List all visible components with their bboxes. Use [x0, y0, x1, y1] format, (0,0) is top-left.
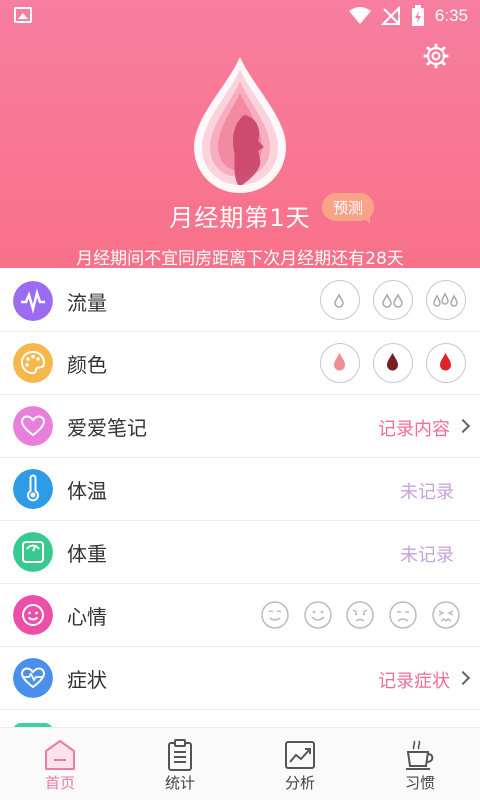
list-item-mood[interactable]: 心情 [0, 584, 480, 647]
cup-icon [406, 740, 434, 770]
chevron-right-icon [455, 670, 471, 686]
row-label: 颜色 [67, 353, 107, 377]
mood-crying-icon[interactable] [431, 600, 461, 630]
mood-angry-icon[interactable] [345, 600, 375, 630]
flow-heavy-option[interactable] [426, 280, 466, 320]
status-icons: 6:35 [348, 4, 468, 28]
mood-sad-icon[interactable] [388, 600, 418, 630]
tab-statistics[interactable]: 统计 [120, 728, 240, 800]
row-label: 体重 [67, 542, 107, 566]
drop-red-icon [440, 353, 451, 371]
drop-light-icon [334, 353, 345, 371]
row-label: 流量 [67, 291, 107, 315]
drops-one-icon [334, 293, 344, 308]
heart-icon [13, 406, 53, 446]
blood-drop-illustration-icon [194, 57, 286, 193]
tab-label: 分析 [284, 774, 315, 792]
tab-analysis[interactable]: 分析 [240, 728, 360, 800]
clipboard-icon [168, 739, 192, 771]
record-content-link[interactable]: 记录内容 [378, 415, 450, 441]
color-light-option[interactable] [320, 343, 360, 383]
prediction-badge: 预测 [322, 193, 374, 225]
status-bar: 6:35 [0, 0, 480, 32]
cycle-day-title: 月经期第1天 [169, 204, 311, 232]
heartbeat-icon [13, 658, 53, 698]
list-item-weight[interactable]: 体重 未记录 [0, 521, 480, 584]
weight-value[interactable]: 未记录 [400, 541, 454, 567]
wifi-icon [348, 7, 371, 24]
color-dark-option[interactable] [373, 343, 413, 383]
list-item-symptoms[interactable]: 症状 记录症状 [0, 647, 480, 710]
chart-icon [285, 741, 315, 769]
row-label: 症状 [67, 668, 107, 692]
chevron-right-icon [455, 418, 471, 434]
list-item-temperature[interactable]: 体温 未记录 [0, 458, 480, 521]
thermometer-icon [13, 469, 53, 509]
title-row: 月经期第1天 [0, 198, 480, 238]
drops-three-icon [433, 292, 458, 307]
cycle-subtitle: 月经期间不宜同房距离下次月经期还有28天 [76, 249, 404, 269]
flow-light-option[interactable] [320, 280, 360, 320]
battery-charging-icon [411, 5, 424, 26]
mood-happy-icon[interactable] [303, 600, 333, 630]
drops-two-icon [382, 293, 403, 308]
row-label: 爱爱笔记 [67, 416, 147, 440]
drop-dark-icon [387, 353, 398, 371]
tab-home[interactable]: 首页 [0, 728, 120, 800]
tab-label: 首页 [44, 774, 75, 792]
image-notification-icon [14, 7, 32, 23]
list-item-love-notes[interactable]: 爱爱笔记 记录内容 [0, 395, 480, 458]
gear-icon[interactable] [423, 43, 449, 69]
tab-label: 统计 [164, 774, 195, 792]
list-item-color[interactable]: 颜色 [0, 332, 480, 395]
home-icon [45, 740, 75, 770]
temperature-value[interactable]: 未记录 [400, 478, 454, 504]
list-item-flow[interactable]: 流量 [0, 268, 480, 332]
palette-icon [13, 343, 53, 383]
smiley-icon [13, 595, 53, 635]
no-signal-icon [380, 6, 400, 25]
tab-label: 习惯 [404, 774, 435, 792]
record-symptoms-link[interactable]: 记录症状 [378, 667, 450, 693]
color-red-option[interactable] [426, 343, 466, 383]
flow-medium-option[interactable] [373, 280, 413, 320]
scale-icon [13, 532, 53, 572]
waveform-icon [13, 281, 53, 321]
badge-label: 预测 [332, 199, 363, 217]
record-list: 流量 颜色 爱爱笔记 记录内容 体温 未记录 体重 未记录 心情 症状 记录症状 [0, 268, 480, 710]
bottom-nav: 首页 统计 分析 习惯 [0, 727, 480, 800]
row-label: 体温 [67, 479, 107, 503]
app-screen: 6:35 月经期第1天 预测 月经期间不宜同房距离下次月经期还有28天 流量 颜… [0, 0, 480, 800]
period-header: 6:35 月经期第1天 预测 月经期间不宜同房距离下次月经期还有28天 [0, 0, 480, 292]
clock: 6:35 [434, 6, 468, 25]
tab-habits[interactable]: 习惯 [360, 728, 480, 800]
mood-calm-icon[interactable] [260, 600, 290, 630]
row-label: 心情 [67, 605, 107, 629]
